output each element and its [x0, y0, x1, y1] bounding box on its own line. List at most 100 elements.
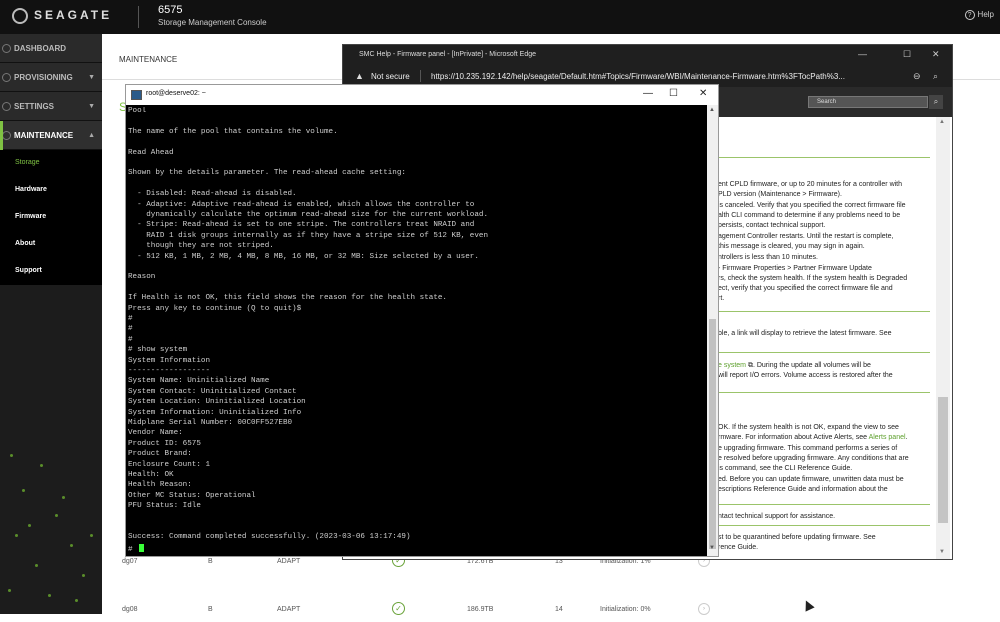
table-row[interactable]: dg08 B ADAPT ✓ 186.9TB 14 Initialization… — [120, 600, 740, 622]
section-divider — [718, 504, 930, 505]
help-text: persists, contact technical support. — [718, 222, 826, 229]
terminal-line: # show system — [128, 346, 188, 355]
help-text: is command, see the CLI Reference Guide. — [718, 465, 853, 472]
terminal-line: PFU Status: Idle — [128, 502, 201, 511]
row-size: 186.9TB — [467, 606, 494, 613]
help-text: ent CPLD firmware, or up to 20 minutes f… — [718, 181, 903, 188]
url-text[interactable]: https://10.235.192.142/help/seagate/Defa… — [431, 72, 901, 81]
nav-provisioning[interactable]: PROVISIONING ▼ — [0, 63, 102, 92]
scroll-up-icon[interactable]: ▲ — [939, 119, 945, 125]
terminal-line: Success: Command completed successfully.… — [128, 533, 411, 542]
scroll-down-icon[interactable]: ▼ — [709, 545, 715, 551]
row-name: dg07 — [122, 558, 138, 565]
nav-sub-hardware[interactable]: Hardware — [0, 177, 102, 204]
help-text: will report I/O errors. Volume access is… — [718, 372, 893, 379]
help-text: rs, check the system health. If the syst… — [718, 275, 908, 282]
terminal-line: Reason — [128, 273, 156, 282]
terminal-output[interactable]: Pool The name of the pool that contains t… — [128, 107, 706, 556]
terminal-line: System Name: Uninitialized Name — [128, 377, 270, 386]
system-link[interactable]: e system — [718, 362, 746, 369]
minimize-button[interactable]: — — [858, 49, 867, 59]
terminal-line: Enclosure Count: 1 — [128, 460, 211, 469]
nav-maintenance[interactable]: MAINTENANCE ▲ — [0, 121, 102, 150]
terminal-line: System Information — [128, 356, 211, 365]
chevron-down-icon: ▼ — [88, 74, 95, 81]
terminal-titlebar[interactable]: root@deserve02: ~ — ☐ ✕ — [126, 85, 718, 105]
row-type: ADAPT — [277, 606, 301, 613]
nav-label: DASHBOARD — [14, 44, 66, 53]
help-text: e system ⧉. During the update all volume… — [718, 361, 930, 371]
help-text: e upgrading firmware. This command perfo… — [718, 445, 898, 452]
nav-sub-about[interactable]: About — [0, 231, 102, 258]
terminal-line: - Stripe: Read-ahead is set to one strip… — [128, 221, 475, 230]
help-text: ble, a link will display to retrieve the… — [718, 330, 892, 337]
help-text: this message is cleared, you may sign in… — [718, 243, 865, 250]
maximize-button[interactable]: ☐ — [669, 88, 678, 99]
terminal-window[interactable]: root@deserve02: ~ — ☐ ✕ Pool The name of … — [125, 84, 719, 557]
scroll-down-icon[interactable]: ▼ — [939, 549, 945, 555]
nav-dashboard[interactable]: DASHBOARD — [0, 34, 102, 63]
chevron-down-icon: ▼ — [88, 103, 95, 110]
help-text-inline: rmware. For information about Active Ale… — [718, 434, 868, 441]
help-text: rence Guide. — [718, 544, 759, 551]
terminal-line: Midplane Serial Number: 00C0FF527EB0 — [128, 419, 293, 427]
alerts-panel-link[interactable]: Alerts panel — [869, 434, 906, 441]
terminal-line: If Health is not OK, this field shows th… — [128, 294, 447, 303]
terminal-line: Product Brand: — [128, 450, 192, 459]
section-divider — [718, 311, 930, 312]
row-expand-icon[interactable]: › — [698, 603, 710, 615]
close-button[interactable]: ✕ — [699, 88, 707, 99]
zoom-out-icon[interactable]: ⊖ — [913, 71, 921, 82]
app-header: SEAGATE 6575 Storage Management Console … — [0, 0, 1000, 34]
help-text: ntrollers is less than 10 minutes. — [718, 254, 818, 261]
help-text: escriptions Reference Guide and informat… — [718, 486, 888, 493]
terminal-line: Press any key to continue (Q to quit)$ — [128, 304, 302, 313]
close-button[interactable]: ✕ — [932, 49, 940, 60]
help-text: ntact technical support for assistance. — [718, 513, 836, 520]
help-text: ect, verify that you specified the corre… — [718, 285, 893, 292]
terminal-scrollbar[interactable]: ▲ ▼ — [707, 105, 718, 556]
header-divider — [138, 6, 139, 28]
minimize-button[interactable]: — — [643, 88, 653, 99]
nav-settings[interactable]: SETTINGS ▼ — [0, 92, 102, 121]
search-page-icon[interactable]: ⌕ — [933, 71, 938, 82]
help-search-input[interactable]: Search — [808, 96, 928, 108]
edge-titlebar[interactable]: SMC Help - Firmware panel - [InPrivate] … — [343, 45, 952, 66]
scroll-thumb[interactable] — [709, 319, 716, 549]
row-status: Initialization: 0% — [600, 606, 651, 613]
page-title: MAINTENANCE — [119, 55, 178, 64]
help-scrollbar[interactable]: ▲ ▼ — [936, 117, 950, 559]
scroll-thumb[interactable] — [938, 397, 948, 523]
terminal-line: Read Ahead — [128, 148, 174, 157]
nav-sub-storage[interactable]: Storage — [0, 150, 102, 177]
wrench-icon — [2, 131, 11, 140]
row-name: dg08 — [122, 606, 138, 613]
search-icon[interactable]: ⌕ — [929, 95, 943, 109]
help-text-inline: . During the update all volumes will be — [752, 362, 871, 369]
row-owner: B — [208, 558, 213, 565]
seagate-logo: SEAGATE — [12, 8, 112, 24]
terminal-line: # — [128, 325, 133, 334]
row-owner: B — [208, 606, 213, 613]
maximize-button[interactable]: ☐ — [903, 49, 911, 60]
terminal-line: Health Reason: — [128, 481, 192, 490]
not-secure-label[interactable]: Not secure — [371, 72, 410, 81]
nav-sub-firmware[interactable]: Firmware — [0, 204, 102, 231]
nav-sub-support[interactable]: Support — [0, 258, 102, 285]
terminal-line: Shown by the details parameter. The read… — [128, 169, 406, 178]
terminal-cursor — [138, 543, 144, 552]
terminal-line: - Adaptive: Adaptive read-ahead is enabl… — [128, 200, 475, 209]
help-link[interactable]: ? Help — [964, 10, 994, 20]
scroll-up-icon[interactable]: ▲ — [709, 107, 715, 113]
help-text: PLD version (Maintenance > Firmware). — [718, 191, 842, 198]
help-panel: ent CPLD firmware, or up to 20 minutes f… — [708, 157, 932, 557]
edge-window-title: SMC Help - Firmware panel - [InPrivate] … — [359, 51, 536, 58]
terminal-icon — [131, 90, 142, 100]
